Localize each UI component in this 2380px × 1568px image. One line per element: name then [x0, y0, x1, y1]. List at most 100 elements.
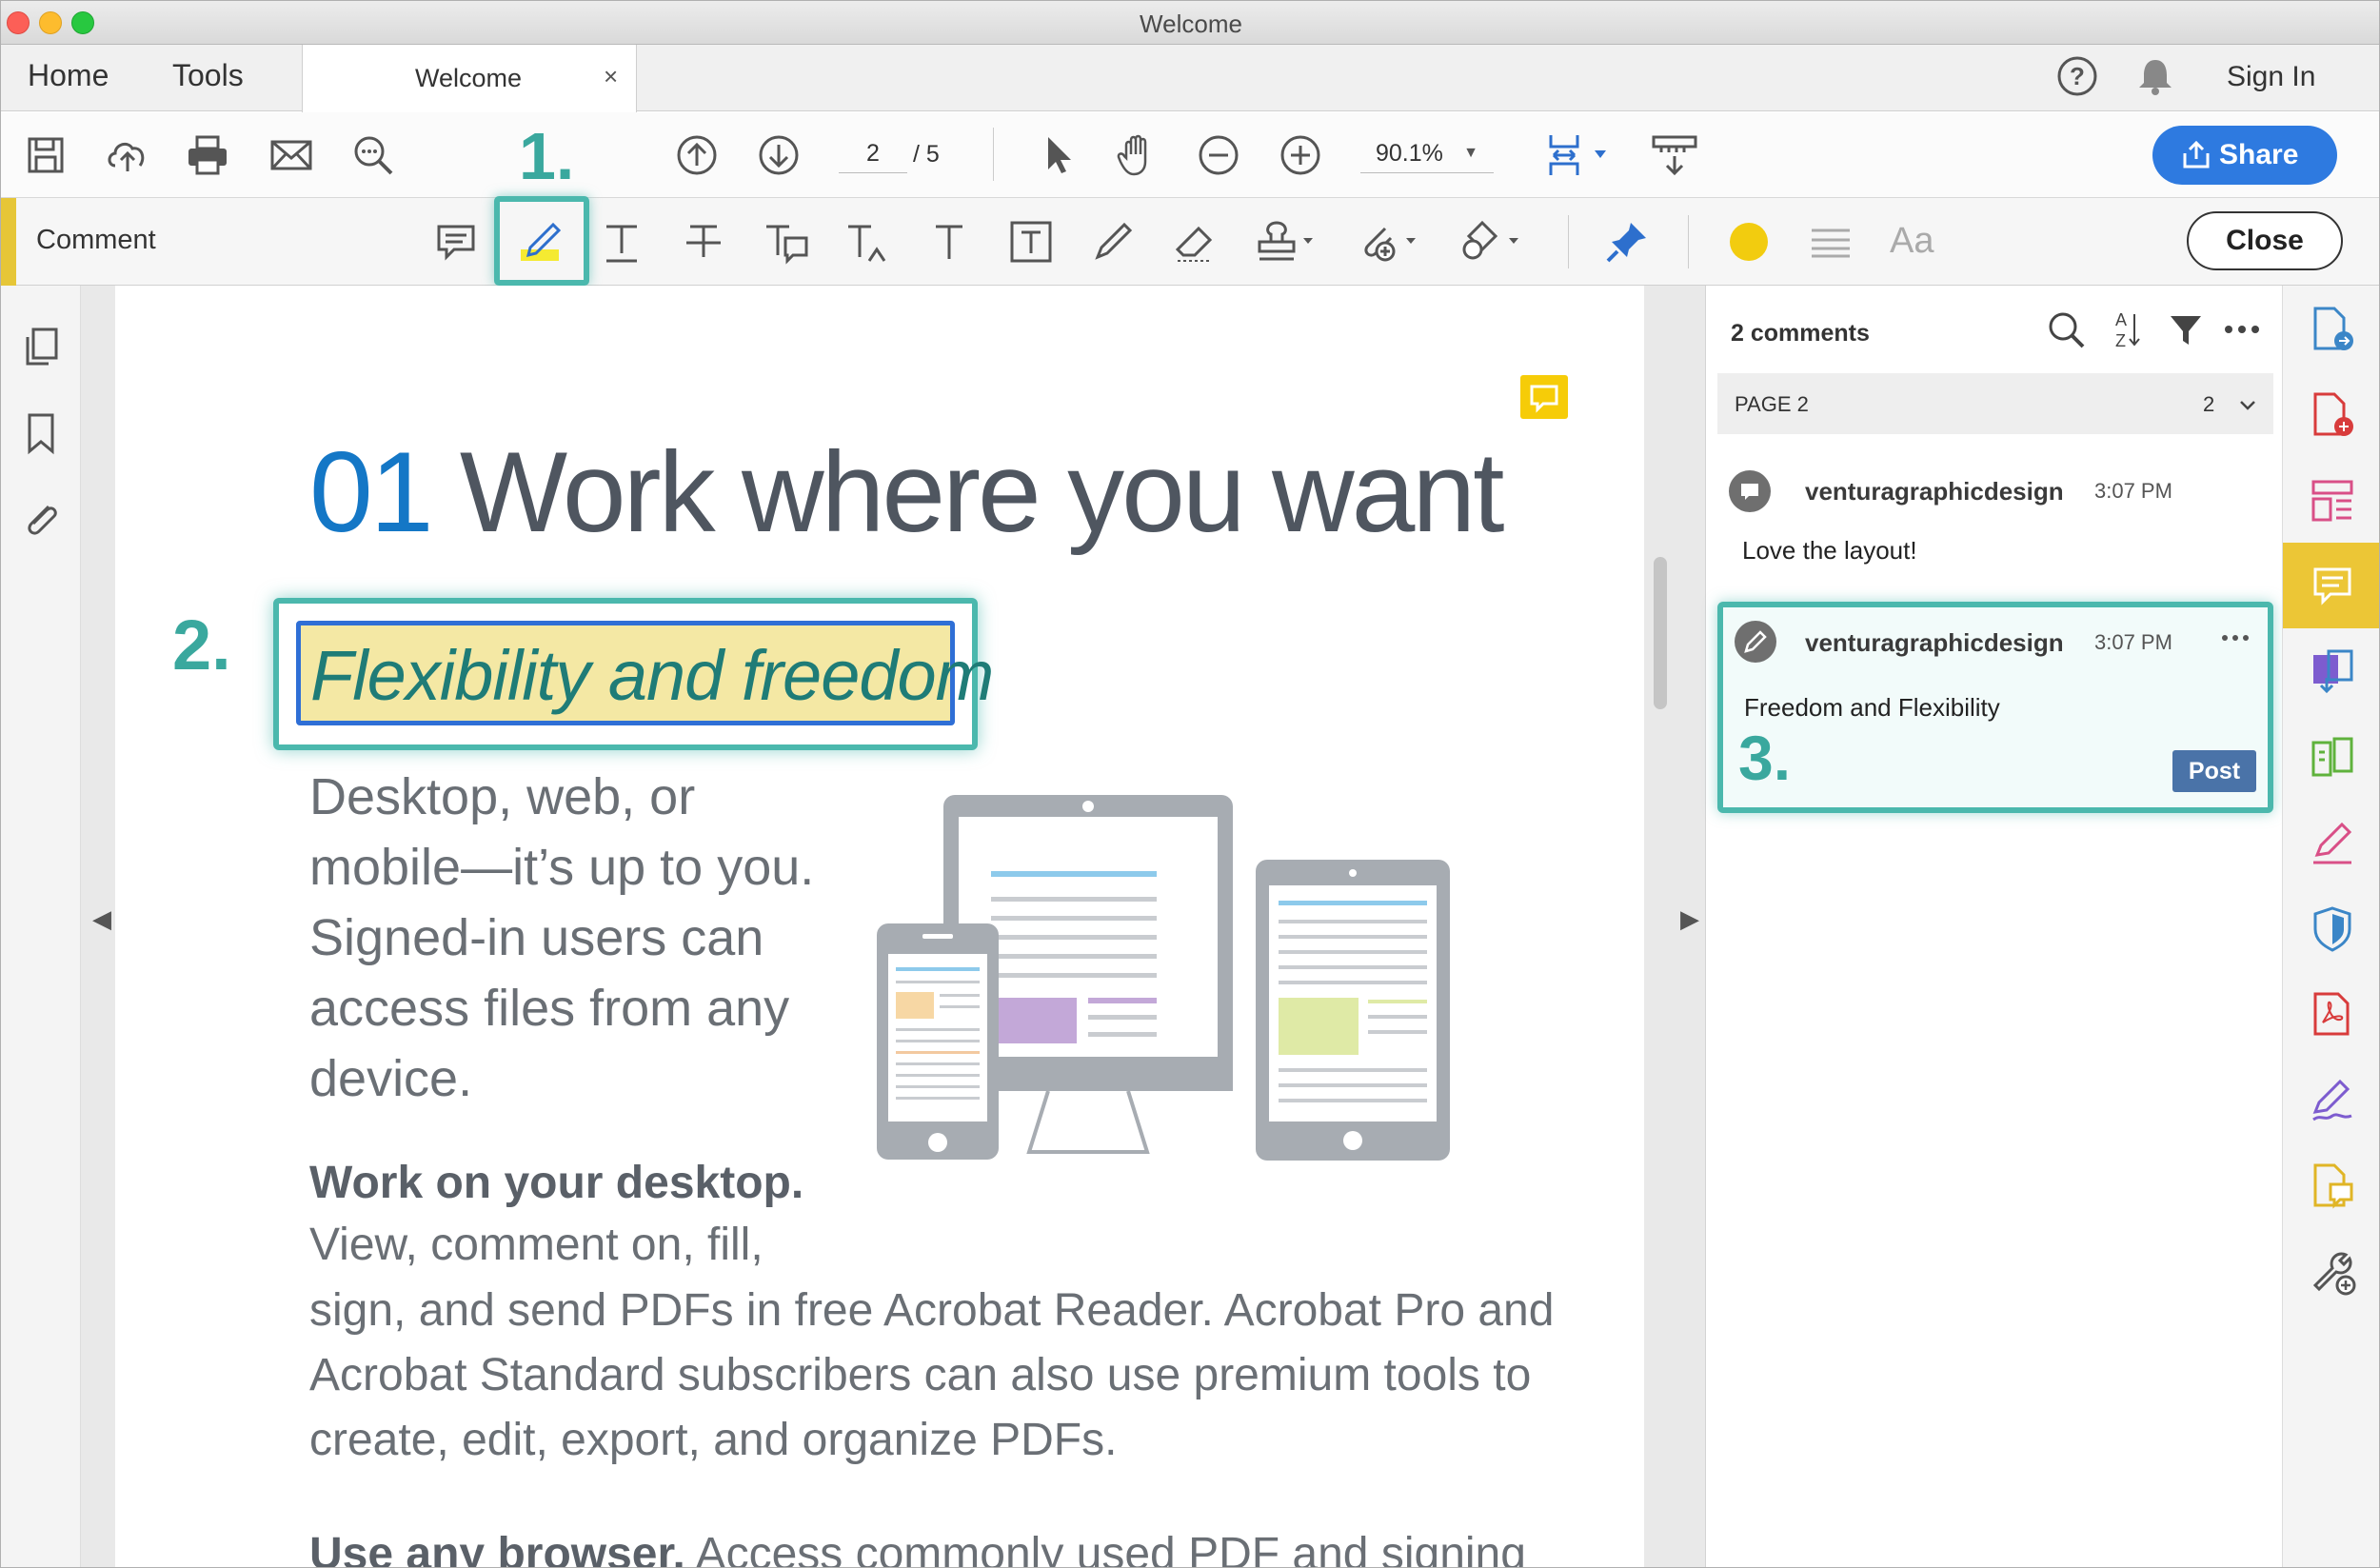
comment-author: venturagraphicdesign — [1805, 628, 2064, 657]
svg-text:Z: Z — [2115, 331, 2126, 350]
comment-time: 3:07 PM — [2094, 630, 2172, 654]
keep-tool-pin-icon[interactable] — [1602, 217, 1652, 267]
text-box-icon[interactable] — [1006, 217, 1056, 267]
highlighted-text: Flexibility and freedom — [310, 636, 994, 715]
find-text-icon[interactable] — [349, 131, 397, 179]
zoom-in-icon[interactable] — [1277, 131, 1324, 179]
color-picker-swatch[interactable] — [1730, 223, 1768, 261]
edit-pdf-layout-icon[interactable] — [2308, 476, 2357, 526]
svg-text:?: ? — [2070, 62, 2085, 90]
sticky-note-icon[interactable] — [431, 217, 481, 267]
zoom-level-select[interactable]: 90.1% ▼ — [1360, 133, 1494, 173]
email-icon[interactable] — [268, 131, 315, 179]
close-comment-button[interactable]: Close — [2187, 211, 2343, 270]
toolbar-divider — [993, 128, 994, 181]
create-pdf-icon[interactable] — [2308, 390, 2357, 440]
notifications-bell-icon[interactable] — [2133, 54, 2177, 98]
fill-and-sign-icon[interactable] — [2308, 819, 2357, 868]
body-paragraph: sign, and send PDFs in free Acrobat Read… — [309, 1285, 1555, 1465]
replace-text-icon[interactable] — [761, 217, 810, 267]
step-1-label: 1. — [519, 119, 575, 193]
highlighted-text-selection[interactable]: Flexibility and freedom — [296, 621, 994, 725]
zoom-out-icon[interactable] — [1195, 131, 1242, 179]
export-pdf-icon[interactable] — [2308, 305, 2357, 354]
post-comment-button[interactable]: Post — [2172, 750, 2256, 792]
more-options-icon[interactable] — [2220, 308, 2264, 350]
previous-page-icon[interactable] — [673, 131, 721, 179]
attach-file-icon[interactable] — [1357, 217, 1423, 267]
document-viewport[interactable]: ◀ 01 Work where you want 2. Flexibility … — [81, 286, 1705, 1568]
page-fit-width-icon[interactable] — [1545, 131, 1612, 179]
pencil-draw-icon[interactable] — [1088, 217, 1138, 267]
body-paragraph: Desktop, web, or mobile—it’s up to you. … — [309, 768, 815, 1107]
sort-az-icon[interactable]: AZ — [2106, 307, 2144, 352]
stamp-icon[interactable] — [1254, 217, 1320, 267]
font-size-icon[interactable]: Aa — [1890, 221, 1934, 262]
help-icon[interactable]: ? — [2055, 54, 2099, 98]
sticky-note-marker-icon[interactable] — [1520, 375, 1568, 419]
body-paragraph-cutoff: Use any browser. Access commonly used PD… — [309, 1528, 1526, 1568]
step-2-label: 2. — [172, 605, 231, 685]
line-thickness-icon[interactable] — [1806, 217, 1855, 267]
send-for-comments-icon[interactable] — [2308, 1161, 2357, 1211]
title-bar: Welcome — [1, 1, 2379, 45]
collapse-left-panel-icon[interactable]: ◀ — [92, 904, 111, 934]
hand-tool-icon[interactable] — [1113, 131, 1160, 179]
highlight-text-icon[interactable] — [517, 217, 566, 267]
step-3-label: 3. — [1738, 723, 1792, 793]
insert-text-icon[interactable] — [843, 217, 892, 267]
underline-text-icon[interactable] — [597, 217, 646, 267]
comment-more-icon[interactable] — [2218, 626, 2252, 649]
page-number-input[interactable]: 2 — [839, 133, 907, 173]
toolbar-divider — [1688, 215, 1689, 268]
tab-home[interactable]: Home — [28, 58, 109, 93]
request-signature-icon[interactable] — [2308, 1076, 2357, 1125]
comments-page-group-header[interactable]: PAGE 2 2 — [1717, 373, 2273, 434]
strikethrough-text-icon[interactable] — [679, 217, 728, 267]
tab-bar: Home Tools Welcome × ? Sign In — [1, 45, 2379, 112]
bookmarks-icon[interactable] — [22, 411, 60, 455]
share-upload-icon — [2183, 140, 2210, 169]
more-tools-icon[interactable] — [2308, 1247, 2357, 1297]
comment-reply-input[interactable]: Freedom and Flexibility — [1744, 693, 2000, 723]
close-tab-icon[interactable]: × — [604, 62, 618, 91]
select-cursor-icon[interactable] — [1035, 131, 1082, 179]
collapse-right-panel-icon[interactable]: ▶ — [1680, 904, 1699, 934]
combine-files-icon[interactable] — [2308, 647, 2357, 697]
protect-shield-icon[interactable] — [2308, 904, 2357, 954]
toolbar-divider — [1568, 215, 1569, 268]
comment-time: 3:07 PM — [2094, 479, 2172, 503]
pdf-page: 01 Work where you want 2. Flexibility an… — [115, 286, 1644, 1568]
next-page-icon[interactable] — [755, 131, 803, 179]
add-text-icon[interactable] — [924, 217, 974, 267]
page-thumbnails-icon[interactable] — [20, 326, 62, 369]
comment-item-highlight[interactable]: venturagraphicdesign 3:07 PM Freedom and… — [1717, 602, 2273, 813]
comment-author: venturagraphicdesign — [1805, 477, 2064, 506]
svg-text:A: A — [2115, 310, 2127, 329]
drawing-shapes-icon[interactable] — [1458, 217, 1526, 267]
tab-welcome-document[interactable]: Welcome × — [302, 45, 637, 112]
para3-text: Access commonly used PDF and signing — [684, 1529, 1526, 1568]
attachments-paperclip-icon[interactable] — [20, 497, 62, 541]
print-icon[interactable] — [184, 131, 231, 179]
acrobat-pdf-icon[interactable] — [2308, 990, 2357, 1040]
search-comments-icon[interactable] — [2045, 308, 2089, 352]
eraser-icon[interactable] — [1170, 217, 1220, 267]
devices-illustration — [877, 795, 1450, 1161]
heading-number: 01 — [309, 428, 433, 556]
filter-icon[interactable] — [2165, 308, 2207, 350]
share-button[interactable]: Share — [2152, 126, 2337, 185]
read-mode-icon[interactable] — [1648, 131, 1705, 179]
upload-cloud-icon[interactable] — [104, 131, 151, 179]
organize-pages-icon[interactable] — [2308, 733, 2357, 783]
sign-in-link[interactable]: Sign In — [2227, 61, 2315, 93]
comments-count: 2 comments — [1731, 320, 1870, 347]
comment-toolbar-title: Comment — [36, 225, 156, 255]
body-paragraph-line: View, comment on, fill, — [309, 1220, 764, 1270]
right-tools-rail — [2282, 286, 2379, 1567]
vertical-scrollbar-thumb[interactable] — [1654, 557, 1667, 709]
doc-tab-label: Welcome — [415, 64, 523, 92]
save-icon[interactable] — [22, 131, 69, 179]
comment-tool-icon[interactable] — [2308, 562, 2357, 611]
tab-tools[interactable]: Tools — [172, 58, 244, 93]
